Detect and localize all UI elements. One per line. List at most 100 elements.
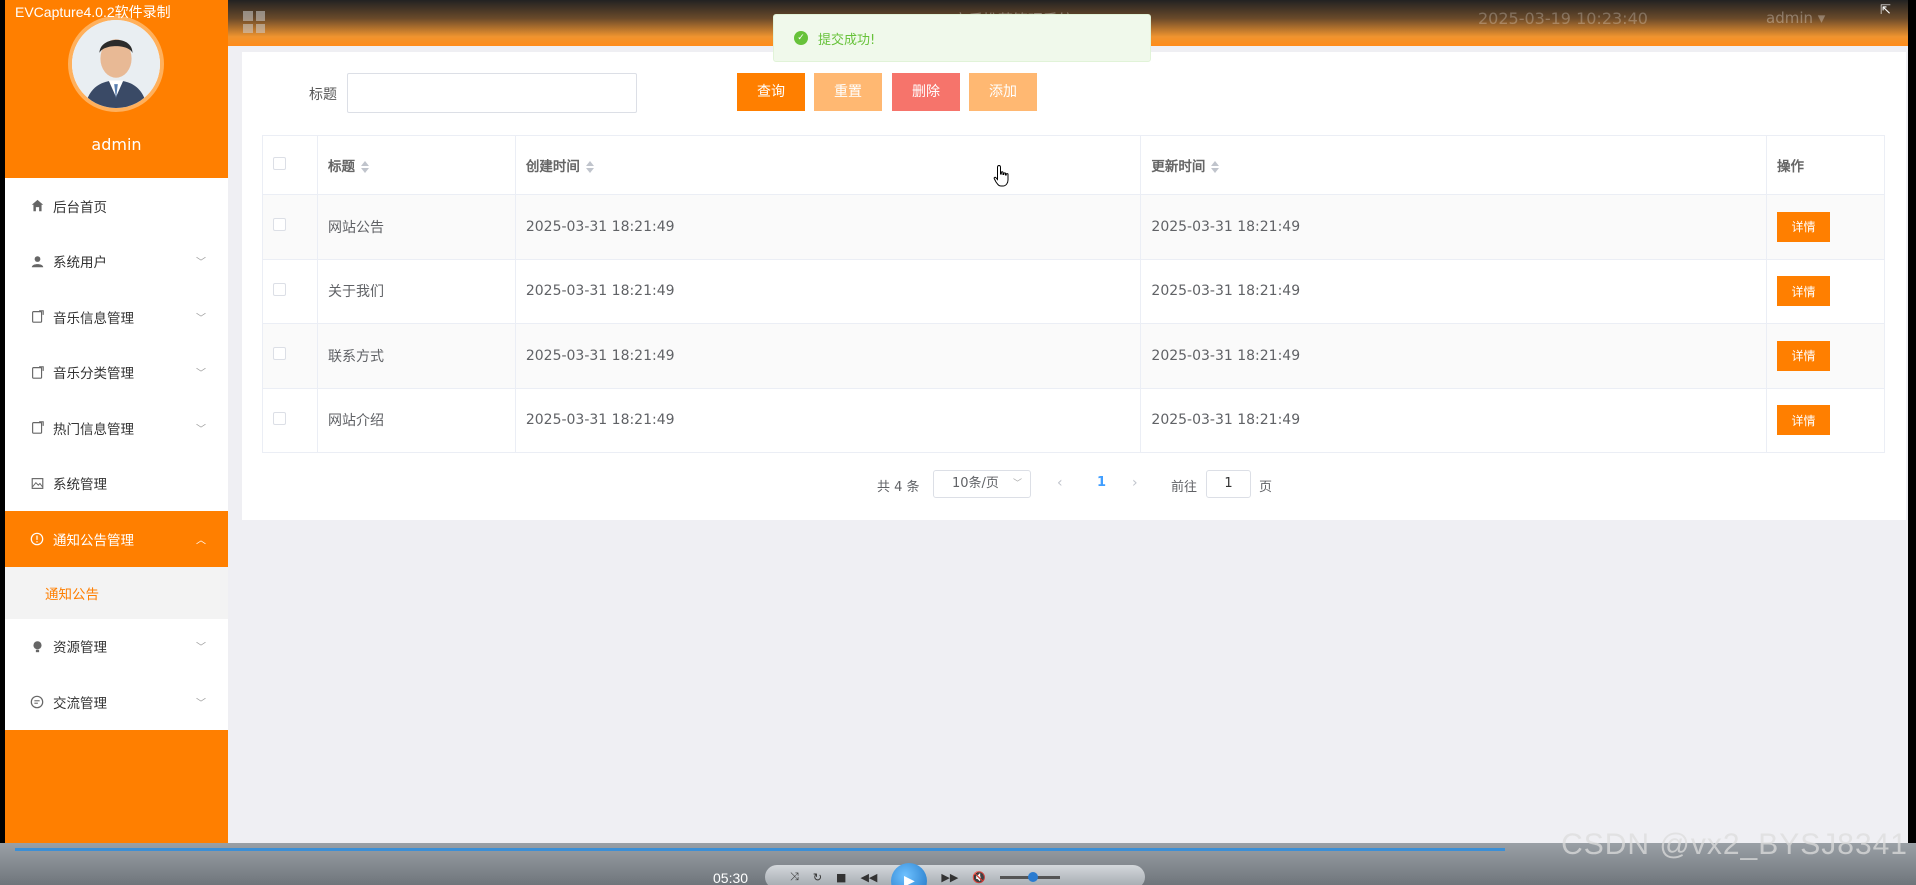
sort-icon[interactable]: [1211, 160, 1220, 174]
select-all-cell: [262, 135, 318, 195]
column-header-updated[interactable]: 更新时间: [1140, 135, 1767, 195]
chevron-down-icon: ﹀: [196, 313, 206, 325]
cell-created: 2025-03-31 18:21:49: [514, 258, 1142, 324]
volume-slider[interactable]: [999, 871, 1060, 882]
row-checkbox[interactable]: [273, 347, 286, 361]
sidebar-item-home[interactable]: 后台首页: [5, 178, 228, 234]
sidebar-item-label: 系统用户: [53, 255, 107, 272]
sidebar-item-hot-info[interactable]: 热门信息管理 ﹀: [5, 400, 228, 456]
avatar[interactable]: [68, 16, 164, 112]
volume-knob[interactable]: [1027, 871, 1038, 882]
shuffle-icon[interactable]: ⤨: [790, 870, 799, 884]
table-header-row: 标题 创建时间 更新时间 操作: [262, 135, 1885, 195]
row-select-cell: [262, 258, 318, 324]
sort-icon[interactable]: [585, 160, 594, 174]
table-row: 网站介绍 2025-03-31 18:21:49 2025-03-31 18:2…: [262, 387, 1885, 453]
chevron-down-icon: ﹀: [1012, 479, 1022, 489]
query-button[interactable]: 查询: [737, 73, 805, 111]
next-page-icon[interactable]: ›: [1132, 475, 1138, 491]
content-panel: 标题 查询 重置 删除 添加 标题 创建时间 更新时间 操作 网站公告 2025…: [242, 52, 1906, 520]
cell-updated: 2025-03-31 18:21:49: [1140, 387, 1767, 453]
sidebar-item-notice-management[interactable]: 通知公告管理 ︿: [5, 511, 228, 567]
detail-button[interactable]: 详情: [1777, 211, 1830, 242]
prev-page-icon[interactable]: ‹: [1057, 475, 1063, 491]
detail-button[interactable]: 详情: [1777, 405, 1830, 436]
table-row: 联系方式 2025-03-31 18:21:49 2025-03-31 18:2…: [262, 323, 1885, 389]
reset-button[interactable]: 重置: [814, 73, 882, 111]
sidebar-item-label: 后台首页: [53, 199, 107, 216]
cell-action: 详情: [1766, 258, 1885, 324]
sidebar-item-system-users[interactable]: 系统用户 ﹀: [5, 233, 228, 289]
cell-action: 详情: [1766, 387, 1885, 453]
sidebar-item-music-info[interactable]: 音乐信息管理 ﹀: [5, 289, 228, 345]
chevron-down-icon: ﹀: [196, 368, 206, 380]
pagination: 共 4 条 10条/页 ﹀ ‹ 1 › 前往 1 页: [242, 470, 1906, 500]
column-header-label: 标题: [327, 159, 355, 175]
table-row: 网站公告 2025-03-31 18:21:49 2025-03-31 18:2…: [262, 194, 1885, 260]
page-size-value: 10条/页: [952, 476, 999, 491]
row-checkbox[interactable]: [273, 218, 286, 232]
column-header-action: 操作: [1766, 135, 1885, 195]
sidebar-item-music-category[interactable]: 音乐分类管理 ﹀: [5, 344, 228, 400]
play-icon[interactable]: ▶: [891, 863, 928, 885]
sidebar-item-label: 资源管理: [53, 640, 107, 657]
add-button[interactable]: 添加: [969, 73, 1037, 111]
goto-page-input[interactable]: 1: [1206, 470, 1251, 498]
mute-icon[interactable]: 🔇: [972, 871, 986, 884]
sidebar-item-label: 热门信息管理: [53, 421, 134, 438]
page-size-select[interactable]: 10条/页 ﹀: [933, 470, 1031, 498]
fast-forward-icon[interactable]: ▶▶: [941, 871, 958, 884]
title-label: 标题: [309, 87, 337, 103]
fullscreen-icon[interactable]: ⇱: [1880, 3, 1896, 19]
chevron-down-icon: ﹀: [196, 424, 206, 436]
cell-action: 详情: [1766, 194, 1885, 260]
goto-suffix: 页: [1259, 480, 1273, 495]
user-icon: [29, 253, 45, 269]
chevron-down-icon: ﹀: [196, 698, 206, 710]
sort-icon[interactable]: [360, 160, 369, 174]
delete-button[interactable]: 删除: [892, 73, 960, 111]
row-checkbox[interactable]: [273, 411, 286, 425]
success-toast: ✓ 提交成功!: [773, 14, 1151, 62]
row-select-cell: [262, 323, 318, 389]
repeat-icon[interactable]: ↻: [813, 871, 822, 884]
user-menu[interactable]: admin ▾: [1766, 9, 1825, 27]
avatar-image: [72, 20, 160, 108]
document-icon: [29, 420, 45, 436]
column-header-created[interactable]: 创建时间: [514, 135, 1142, 195]
sidebar-item-resources[interactable]: 资源管理 ﹀: [5, 618, 228, 674]
goto-label: 前往: [1171, 480, 1198, 495]
sidebar-item-label: 通知公告管理: [53, 532, 134, 549]
sidebar-item-label: 交流管理: [53, 695, 107, 712]
title-search-input[interactable]: [347, 73, 637, 113]
column-header-title[interactable]: 标题: [316, 135, 516, 195]
sidebar-item-label: 音乐信息管理: [53, 310, 134, 327]
column-header-label: 更新时间: [1151, 159, 1206, 175]
playback-time: 05:30: [713, 870, 749, 885]
row-checkbox[interactable]: [273, 282, 286, 296]
sidebar-item-communication[interactable]: 交流管理 ﹀: [5, 674, 228, 730]
image-icon: [29, 475, 45, 491]
stop-icon[interactable]: ■: [836, 871, 846, 884]
detail-button[interactable]: 详情: [1777, 340, 1830, 371]
document-icon: [29, 309, 45, 325]
home-icon: [29, 198, 45, 214]
rewind-icon[interactable]: ◀◀: [860, 871, 877, 884]
sidebar-item-label: 音乐分类管理: [53, 366, 134, 383]
page-number-current[interactable]: 1: [1097, 475, 1106, 490]
select-all-checkbox[interactable]: [273, 156, 286, 170]
sidebar-subitem-notice[interactable]: 通知公告: [5, 566, 228, 619]
sidebar-item-system-management[interactable]: 系统管理: [5, 455, 228, 511]
chevron-up-icon: ︿: [196, 535, 206, 547]
menu-grid-icon[interactable]: [243, 11, 265, 33]
cell-title: 关于我们: [316, 258, 516, 324]
sidebar-header: admin: [5, 0, 228, 178]
detail-button[interactable]: 详情: [1777, 276, 1830, 307]
chevron-down-icon: ﹀: [196, 642, 206, 654]
video-progress-bar[interactable]: [15, 848, 1505, 851]
notice-table: 标题 创建时间 更新时间 操作 网站公告 2025-03-31 18:21:49…: [262, 135, 1885, 453]
cell-created: 2025-03-31 18:21:49: [514, 387, 1142, 453]
cell-updated: 2025-03-31 18:21:49: [1140, 194, 1767, 260]
pagination-total: 共 4 条: [877, 480, 920, 495]
sidebar: admin 后台首页 系统用户 ﹀ 音乐信息管理 ﹀ 音乐分类管理 ﹀ 热门信息…: [5, 0, 228, 885]
